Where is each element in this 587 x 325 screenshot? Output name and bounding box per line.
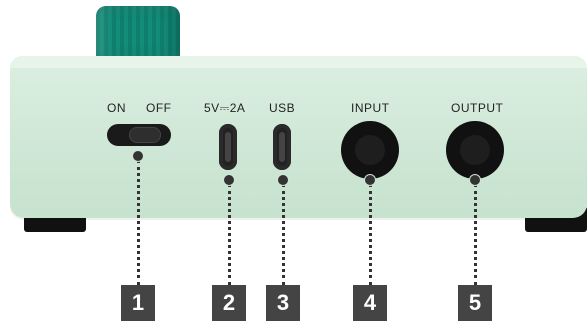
callout-dot-3	[277, 174, 289, 186]
leader-line-1	[137, 160, 140, 285]
power-port-label: 5V⎓2A	[204, 101, 246, 115]
power-switch	[107, 124, 171, 146]
output-jack-label: OUTPUT	[451, 101, 504, 115]
switch-on-label: ON	[107, 101, 126, 115]
callout-badge-1: 1	[121, 285, 155, 321]
usb-port-label: USB	[269, 101, 296, 115]
usb-c-power-port	[219, 124, 237, 170]
leader-line-3	[282, 184, 285, 285]
usb-c-data-port	[273, 124, 291, 170]
leader-line-4	[369, 184, 372, 285]
device-top-edge	[10, 56, 587, 68]
callout-dot-4	[364, 174, 376, 186]
input-jack-label: INPUT	[351, 101, 390, 115]
callout-badge-3: 3	[266, 285, 300, 321]
callout-dot-1	[132, 150, 144, 162]
power-switch-slider	[129, 127, 161, 143]
device-illustration: ON OFF 5V⎓2A USB INPUT OUTPUT 1 2 3 4 5	[0, 0, 587, 325]
switch-off-label: OFF	[146, 101, 172, 115]
callout-dot-5	[469, 174, 481, 186]
callout-badge-2: 2	[212, 285, 246, 321]
leader-line-5	[474, 184, 477, 285]
input-jack	[341, 121, 399, 179]
output-jack	[446, 121, 504, 179]
leader-line-2	[228, 184, 231, 285]
volume-knob	[96, 6, 180, 60]
callout-badge-5: 5	[458, 285, 492, 321]
callout-dot-2	[223, 174, 235, 186]
callout-badge-4: 4	[353, 285, 387, 321]
